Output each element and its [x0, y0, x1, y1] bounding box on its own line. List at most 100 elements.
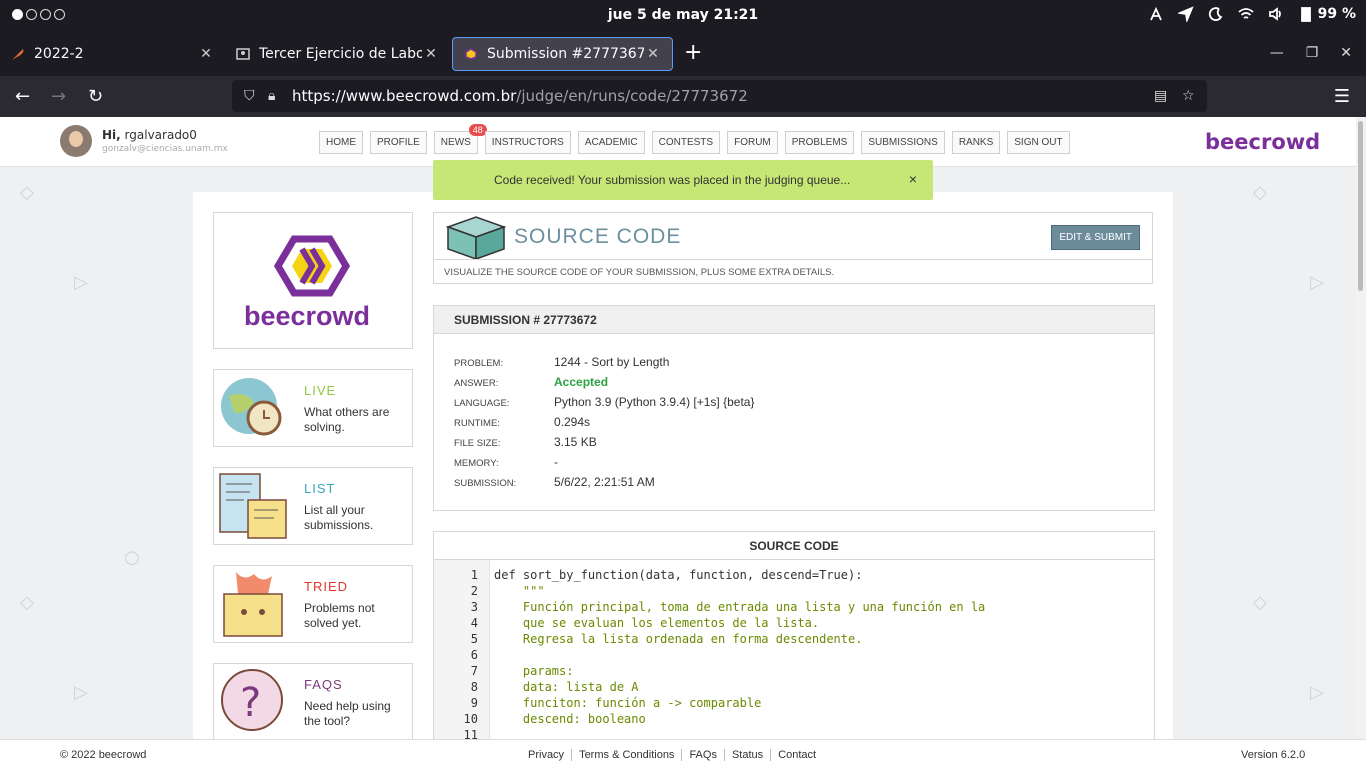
svg-text:?: ? — [240, 680, 261, 726]
detail-value[interactable]: 1244 - Sort by Length — [554, 355, 669, 369]
avatar[interactable] — [60, 125, 92, 157]
detail-row-memory: MEMORY: - — [454, 455, 558, 469]
line-number: 5 — [470, 632, 478, 646]
nav-ranks[interactable]: RANKS — [951, 131, 1001, 154]
tab-bar: 2022-2 ✕ Tercer Ejercicio de Labora ✕ Su… — [0, 32, 1366, 76]
beecrowd-favicon-icon — [463, 46, 479, 62]
url-bar[interactable]: ⛉ 🔒︎ https://www.beecrowd.com.br/judge/e… — [232, 80, 1207, 112]
line-number: 9 — [470, 696, 478, 710]
nav-sign-out[interactable]: SIGN OUT — [1007, 131, 1070, 154]
open-box-icon — [445, 216, 507, 259]
back-arrow-icon[interactable]: ← — [15, 86, 30, 107]
detail-value: 3.15 KB — [554, 435, 597, 449]
footer-link-faqs[interactable]: FAQs — [681, 749, 724, 761]
code-line: data: lista de A — [494, 680, 639, 694]
site-footer: © 2022 beecrowd Privacy Terms & Conditio… — [0, 739, 1366, 768]
decor-triangle: ▷ — [74, 682, 88, 703]
brand-logo[interactable]: beecrowd — [1205, 130, 1320, 154]
shield-icon[interactable]: ⛉ — [244, 88, 255, 104]
restore-icon[interactable]: ❐ — [1306, 45, 1319, 61]
tab-label: Submission #27773672 - b — [487, 46, 644, 62]
tab-1[interactable]: 2022-2 ✕ — [0, 37, 225, 71]
nav-forum[interactable]: FORUM — [727, 131, 778, 154]
side-list-title: LIST — [304, 481, 336, 496]
footer-link-terms[interactable]: Terms & Conditions — [571, 749, 681, 761]
documents-icon — [219, 473, 287, 539]
bookmark-star-icon[interactable]: ☆ — [1182, 88, 1195, 104]
side-list[interactable]: LIST List all your submissions. — [213, 467, 413, 545]
edit-submit-button[interactable]: EDIT & SUBMIT — [1051, 225, 1140, 250]
wifi-icon — [1238, 8, 1254, 19]
nav-profile[interactable]: PROFILE — [370, 131, 427, 154]
close-icon[interactable]: ✕ — [644, 46, 662, 62]
username[interactable]: rgalvarado0 — [125, 128, 197, 142]
volume-icon — [1268, 7, 1281, 21]
reader-view-icon[interactable]: ▤ — [1154, 88, 1167, 104]
nav-problems[interactable]: PROBLEMS — [784, 131, 855, 154]
lock-icon[interactable]: 🔒︎ — [268, 88, 275, 104]
detail-row-runtime: RUNTIME: 0.294s — [454, 415, 590, 429]
decor-circle: ○ — [124, 547, 140, 568]
nav-academic[interactable]: ACADEMIC — [577, 131, 645, 154]
nav-submissions[interactable]: SUBMISSIONS — [861, 131, 945, 154]
side-live[interactable]: LIVE What others are solving. — [213, 369, 413, 447]
greeting: Hi, — [102, 128, 121, 142]
scrollbar-thumb[interactable] — [1358, 121, 1363, 291]
version: Version 6.2.0 — [1241, 749, 1306, 761]
code-line: Regresa la lista ordenada en forma desce… — [494, 632, 863, 646]
window-controls: — ❐ ✕ — [1270, 45, 1352, 61]
new-tab-button[interactable]: + — [684, 42, 702, 64]
nav-news-label: NEWS — [440, 137, 471, 148]
detail-value: 5/6/22, 2:21:51 AM — [554, 475, 655, 489]
line-number: 8 — [470, 680, 478, 694]
footer-link-privacy[interactable]: Privacy — [528, 749, 571, 761]
classroom-icon — [235, 46, 251, 62]
forward-arrow-icon[interactable]: → — [51, 86, 66, 107]
code-viewer[interactable]: SOURCE CODE 1 def sort_by_function(data, … — [433, 531, 1155, 739]
beecrowd-logo[interactable]: beecrowd — [213, 212, 413, 349]
code-line: """ — [494, 584, 545, 598]
system-tray[interactable]: 99 % — [1148, 6, 1356, 22]
side-tried-desc: Problems not solved yet. — [304, 601, 375, 630]
source-code-subtitle: VISUALIZE THE SOURCE CODE OF YOUR SUBMIS… — [444, 267, 835, 278]
detail-value: Accepted — [554, 375, 609, 389]
location-icon — [1177, 6, 1194, 22]
bee-hexagon-icon — [273, 235, 351, 297]
content-card: beecrowd LIVE What others are solving. L… — [193, 192, 1173, 739]
detail-key: MEMORY: — [454, 458, 499, 469]
hamburger-menu-icon[interactable]: ☰ — [1334, 86, 1350, 107]
nav-news[interactable]: NEWS 48 — [433, 124, 487, 154]
url-text[interactable]: https://www.beecrowd.com.br/judge/en/run… — [292, 87, 748, 105]
code-line: funciton: función a -> comparable — [494, 696, 762, 710]
footer-link-status[interactable]: Status — [723, 749, 770, 761]
accessibility-icon — [1149, 6, 1162, 21]
side-faqs[interactable]: ? FAQS Need help using the tool? — [213, 663, 413, 739]
side-tried[interactable]: TRIED Problems not solved yet. — [213, 565, 413, 643]
side-live-title: LIVE — [304, 383, 337, 398]
logo-text: beecrowd — [244, 301, 371, 331]
code-line: params: — [494, 664, 574, 678]
decor-diamond: ◇ — [1253, 592, 1267, 613]
notification-toast: Code received! Your submission was place… — [433, 160, 933, 200]
toast-close-icon[interactable]: × — [909, 171, 917, 187]
line-number: 11 — [463, 728, 478, 739]
reload-icon[interactable]: ↻ — [88, 86, 103, 107]
nav-contests[interactable]: CONTESTS — [651, 131, 721, 154]
close-icon[interactable]: ✕ — [422, 46, 440, 62]
detail-key: FILE SIZE: — [454, 438, 501, 449]
footer-link-contact[interactable]: Contact — [770, 749, 823, 761]
close-icon[interactable]: ✕ — [197, 46, 215, 62]
close-window-icon[interactable]: ✕ — [1340, 45, 1352, 61]
detail-key: LANGUAGE: — [454, 398, 510, 409]
nav-instructors[interactable]: INSTRUCTORS — [484, 131, 571, 154]
feather-icon — [10, 46, 26, 62]
tab-2[interactable]: Tercer Ejercicio de Labora ✕ — [225, 37, 450, 71]
divider — [434, 259, 1152, 260]
page-scrollbar[interactable] — [1356, 117, 1366, 739]
tab-3-active[interactable]: Submission #27773672 - b ✕ — [452, 37, 673, 71]
detail-row-language: LANGUAGE: Python 3.9 (Python 3.9.4) [+1s]… — [454, 395, 754, 409]
nav-home[interactable]: HOME — [319, 131, 363, 154]
battery-level: 99 % — [1317, 6, 1356, 22]
detail-key: SUBMISSION: — [454, 478, 517, 489]
minimize-icon[interactable]: — — [1270, 45, 1284, 61]
